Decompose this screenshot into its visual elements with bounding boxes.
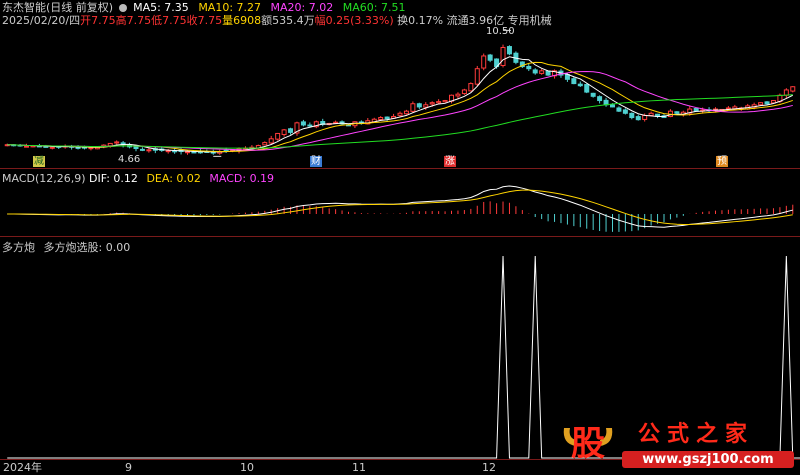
event-tag-2[interactable]: 财 — [310, 156, 322, 167]
event-tag-1[interactable]: 减 — [33, 156, 45, 167]
candle-body — [539, 70, 545, 74]
watermark-logo: 股 — [560, 422, 616, 466]
candle-body — [268, 138, 274, 144]
candle-body — [783, 89, 789, 96]
low-marker-label: 4.66 — [118, 154, 141, 165]
watermark-glyph: 股 — [571, 424, 605, 464]
candle-body — [526, 65, 532, 70]
event-tag-4[interactable]: 预 — [716, 156, 728, 167]
axis-label-2: 10 — [240, 461, 254, 474]
axis-label-3: 11 — [352, 461, 366, 474]
high-marker-label: 10.50 — [486, 26, 515, 37]
candle-body — [577, 83, 583, 87]
event-tag-3[interactable]: 涨 — [444, 156, 456, 167]
candle-body — [378, 117, 384, 120]
chart-svg — [4, 29, 800, 459]
candle-body — [423, 104, 429, 108]
candle-body — [474, 68, 480, 85]
candle-body — [590, 92, 596, 97]
ma20-line — [7, 70, 793, 151]
candle-body — [461, 89, 467, 95]
candle-body — [500, 46, 506, 66]
candle-body — [616, 107, 622, 112]
candle-body — [674, 111, 680, 114]
candle-body — [114, 141, 120, 144]
candle-body — [642, 114, 648, 120]
candle-body — [75, 146, 81, 149]
candle-body — [629, 112, 635, 119]
candle-body — [635, 116, 641, 121]
ma60-line — [7, 94, 793, 149]
candle-body — [133, 146, 139, 150]
candle-body — [584, 84, 590, 93]
candle-body — [416, 103, 422, 108]
candle-body — [165, 150, 171, 153]
candle-body — [185, 151, 191, 154]
watermark: 股 公式之家 www.gszj100.com — [560, 422, 800, 472]
candle-body — [622, 109, 628, 114]
candle-body — [481, 55, 487, 69]
candle-body — [436, 101, 442, 104]
axis-label-0: 2024年 — [3, 461, 42, 474]
candle-body — [191, 151, 197, 154]
candle-body — [307, 124, 313, 127]
candle-body — [49, 146, 55, 149]
candle-body — [487, 54, 493, 61]
candle-body — [275, 132, 281, 140]
watermark-url: www.gszj100.com — [622, 451, 794, 468]
candle-body — [429, 102, 435, 105]
candle-body — [397, 112, 403, 116]
ma5-line — [7, 56, 794, 153]
candle-body — [262, 142, 268, 146]
candle-body — [790, 86, 796, 92]
candle-body — [648, 112, 654, 116]
watermark-text: 公式之家 — [638, 422, 755, 447]
candle-body — [300, 121, 306, 126]
candle-body — [609, 104, 615, 108]
candle-body — [758, 102, 764, 106]
candle-body — [442, 100, 448, 103]
candle-body — [288, 128, 294, 133]
candle-body — [571, 78, 577, 85]
dif-line — [7, 185, 793, 228]
candle-body — [88, 147, 94, 150]
candle-body — [24, 145, 30, 148]
axis-label-4: 12 — [482, 461, 496, 474]
candle-body — [770, 100, 776, 104]
dea-line — [7, 189, 793, 225]
candle-body — [139, 148, 145, 151]
candle-body — [384, 116, 390, 120]
candle-body — [107, 142, 113, 147]
candle-body — [403, 110, 409, 115]
candle-body — [281, 129, 287, 136]
candle-body — [532, 69, 538, 74]
candle-body — [146, 149, 152, 152]
axis-label-1: 9 — [125, 461, 132, 474]
candle-body — [764, 101, 770, 105]
candle-body — [545, 70, 551, 76]
candle-body — [410, 103, 416, 112]
candle-body — [506, 46, 512, 55]
ma10-line — [7, 61, 793, 152]
candle-body — [597, 96, 603, 102]
candle-body — [455, 93, 461, 97]
candle-body — [693, 108, 699, 112]
candle-body — [468, 83, 474, 92]
